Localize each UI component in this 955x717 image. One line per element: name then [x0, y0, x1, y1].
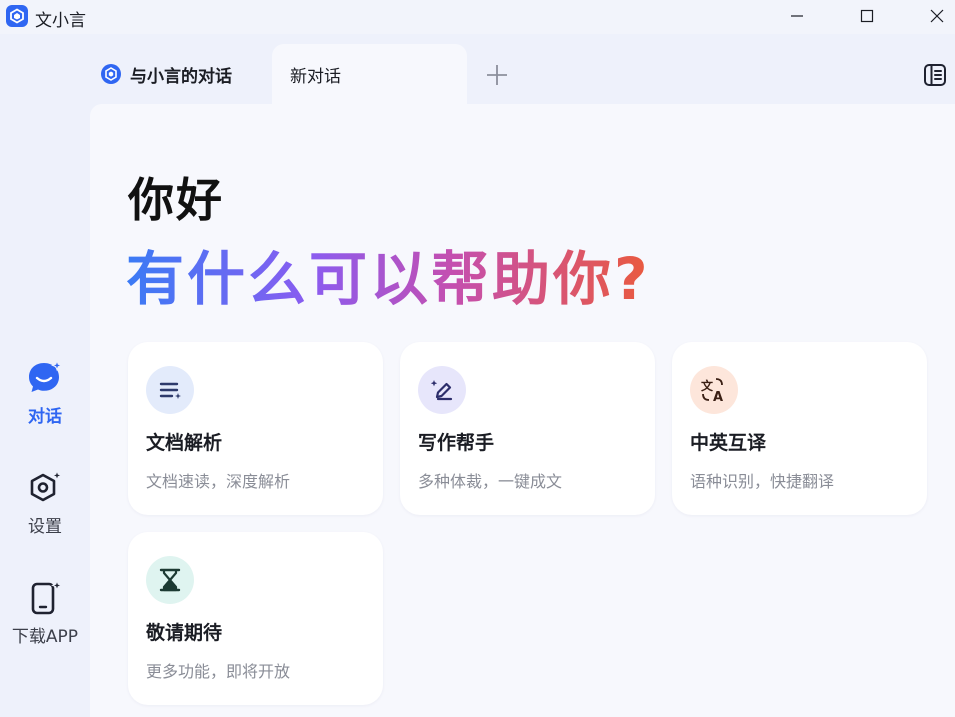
card-title: 中英互译	[690, 432, 767, 454]
tab-label: 新对话	[290, 66, 341, 87]
close-icon	[930, 9, 944, 23]
title-bar: 文小言	[0, 0, 955, 34]
app-logo-icon	[101, 64, 121, 84]
minimize-button[interactable]	[774, 0, 820, 32]
app-title: 文小言	[35, 11, 86, 31]
card-subtitle: 多种体裁，一键成文	[418, 472, 563, 491]
new-tab-button[interactable]	[482, 60, 512, 90]
pen-sparkle-icon	[430, 380, 453, 401]
card-subtitle: 文档速读，深度解析	[146, 472, 291, 491]
card-subtitle: 语种识别，快捷翻译	[690, 472, 835, 491]
feature-card-translation[interactable]: 文 A 中英互译 语种识别，快捷翻译	[672, 342, 927, 515]
rail-item-label: 设置	[28, 517, 62, 537]
plus-icon	[487, 65, 507, 85]
translate-icon: 文 A	[701, 378, 723, 404]
feature-card-coming-soon[interactable]: 敬请期待 更多功能，即将开放	[128, 532, 383, 705]
maximize-icon	[860, 9, 874, 23]
svg-text:A: A	[713, 390, 723, 404]
card-icon-wrap	[146, 366, 194, 414]
hourglass-icon	[159, 568, 181, 592]
close-button[interactable]	[914, 0, 955, 32]
settings-hexagon-icon	[30, 470, 63, 502]
tab-label: 与小言的对话	[130, 66, 232, 87]
headline-heading: 有什么可以帮助你?	[126, 232, 651, 316]
tab-pinned-conversation[interactable]: 与小言的对话	[100, 54, 232, 94]
app-window: 文小言 对话 设置 下载APP 与小言的对话 新对话 你好 有什么可以帮助你? …	[0, 0, 955, 717]
card-title: 敬请期待	[146, 622, 223, 644]
sidebar-toggle-button[interactable]	[920, 60, 950, 90]
rail-item-label: 对话	[28, 407, 62, 427]
card-title: 文档解析	[146, 432, 223, 454]
card-icon-wrap: 文 A	[690, 366, 738, 414]
maximize-button[interactable]	[844, 0, 890, 32]
phone-icon	[31, 580, 63, 615]
card-icon-wrap	[146, 556, 194, 604]
tab-new-conversation[interactable]: 新对话	[272, 44, 467, 104]
card-subtitle: 更多功能，即将开放	[146, 662, 291, 681]
tab-bar: 与小言的对话 新对话	[90, 44, 955, 104]
left-rail: 对话 设置 下载APP	[0, 34, 90, 717]
card-title: 写作帮手	[418, 432, 495, 454]
rail-item-download-app[interactable]: 下载APP	[0, 580, 90, 647]
rail-item-chat[interactable]: 对话	[0, 360, 90, 427]
card-icon-wrap	[418, 366, 466, 414]
minimize-icon	[791, 15, 803, 17]
chat-bubble-icon	[29, 360, 63, 392]
document-lines-icon	[159, 382, 181, 399]
feature-card-writing-assistant[interactable]: 写作帮手 多种体裁，一键成文	[400, 342, 655, 515]
feature-card-document-analysis[interactable]: 文档解析 文档速读，深度解析	[128, 342, 383, 515]
sidebar-panel-icon	[924, 64, 946, 86]
main-panel: 你好 有什么可以帮助你? 文档解析 文档速读，深度解析 写作帮手 多种体裁，一键…	[90, 104, 955, 717]
app-logo-icon	[6, 5, 28, 27]
rail-item-settings[interactable]: 设置	[0, 470, 90, 537]
rail-item-label: 下载APP	[11, 627, 79, 647]
greeting-heading: 你好	[128, 173, 224, 227]
